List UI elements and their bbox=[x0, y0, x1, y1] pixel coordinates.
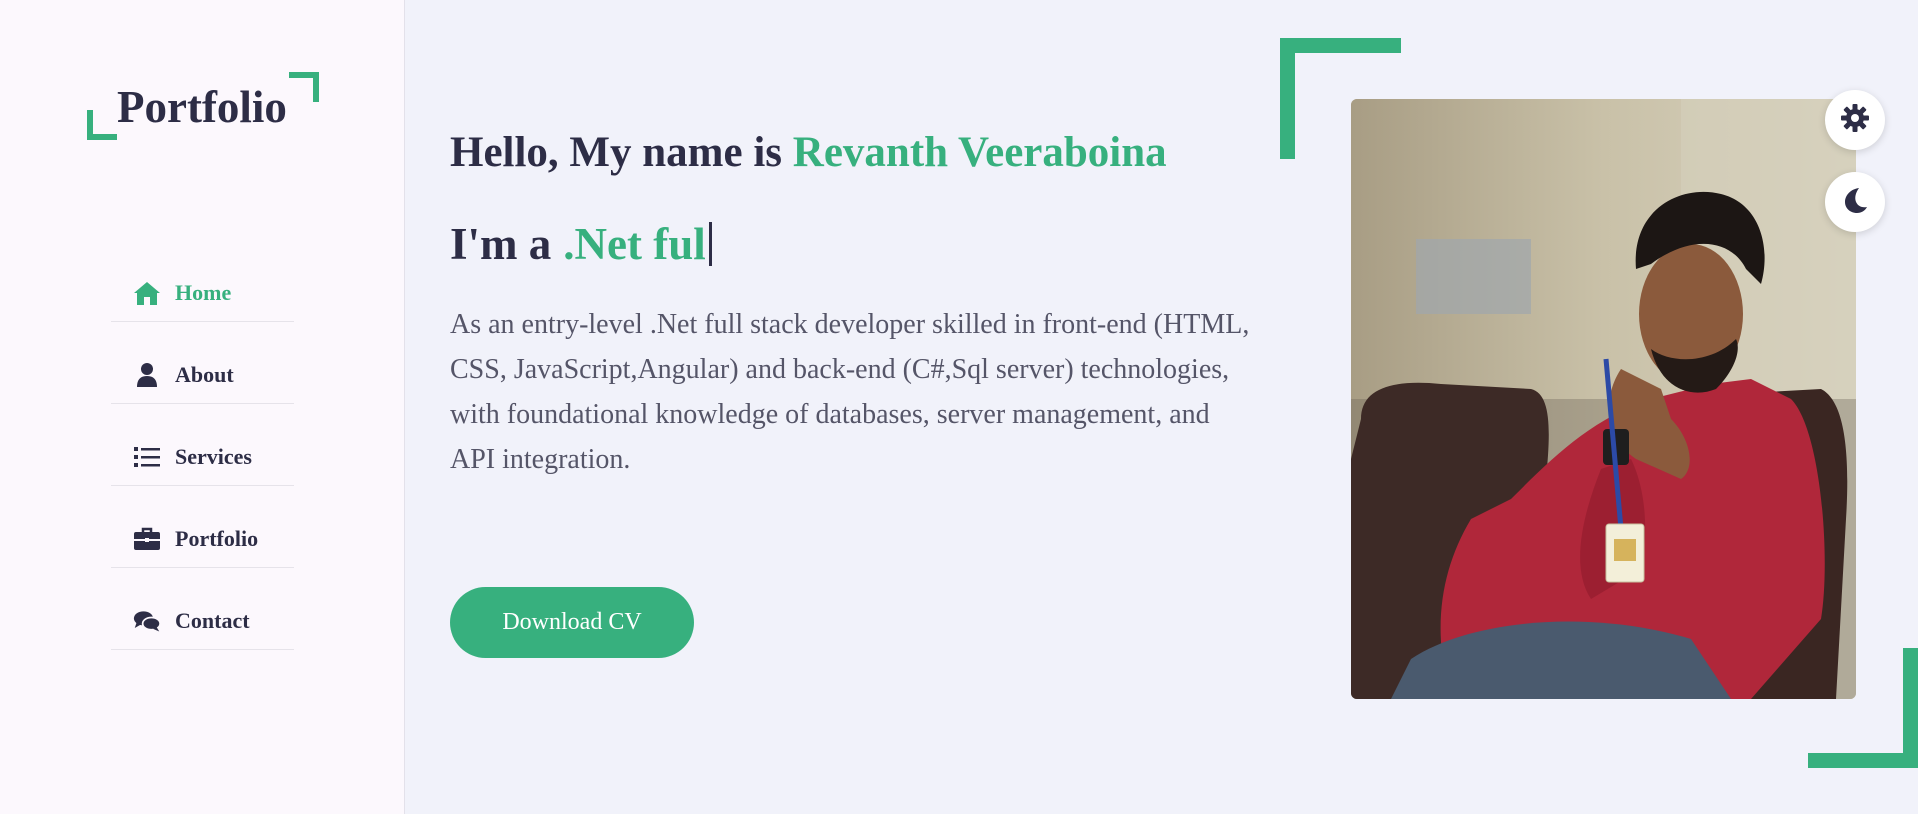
hero-description: As an entry-level .Net full stack develo… bbox=[450, 309, 1250, 475]
user-icon bbox=[133, 361, 161, 389]
nav-menu: Home About Services Portfolio Contact bbox=[111, 240, 294, 650]
logo-text: Portfolio bbox=[117, 82, 287, 132]
nav-label-portfolio: Portfolio bbox=[175, 525, 259, 551]
hero-role: I'm a .Net ful bbox=[450, 218, 712, 270]
logo[interactable]: Portfolio bbox=[87, 72, 319, 142]
theme-toggle-button[interactable] bbox=[1825, 172, 1885, 232]
hero-greeting: Hello, My name is bbox=[450, 129, 783, 176]
hero-role-prefix: I'm a bbox=[450, 219, 552, 269]
nav-item-portfolio[interactable]: Portfolio bbox=[111, 486, 294, 568]
profile-photo bbox=[1351, 99, 1856, 699]
gear-icon bbox=[1840, 103, 1870, 138]
moon-icon bbox=[1841, 186, 1869, 219]
logo-corner-top-right bbox=[289, 72, 319, 102]
hero-name: Revanth Veeraboina bbox=[792, 129, 1167, 176]
briefcase-icon bbox=[133, 525, 161, 553]
logo-corner-bottom-left bbox=[87, 110, 117, 140]
hero-title: Hello, My name is Revanth Veeraboina bbox=[450, 128, 1167, 177]
nav-label-services: Services bbox=[175, 443, 252, 469]
home-icon bbox=[133, 279, 161, 307]
nav-item-contact[interactable]: Contact bbox=[111, 568, 294, 650]
nav-item-services[interactable]: Services bbox=[111, 404, 294, 486]
settings-button[interactable] bbox=[1825, 90, 1885, 150]
nav-label-about: About bbox=[175, 361, 234, 387]
nav-item-about[interactable]: About bbox=[111, 322, 294, 404]
nav-label-home: Home bbox=[175, 279, 232, 305]
list-icon bbox=[133, 443, 161, 471]
download-cv-button[interactable]: Download CV bbox=[450, 587, 694, 658]
hero-role-typed-text: .Net ful bbox=[563, 219, 706, 269]
nav-label-contact: Contact bbox=[175, 607, 250, 633]
typing-caret bbox=[708, 222, 712, 266]
comments-icon bbox=[133, 607, 161, 635]
sidebar: Portfolio Home About Services Portfolio bbox=[0, 0, 405, 814]
nav-item-home[interactable]: Home bbox=[111, 240, 294, 322]
